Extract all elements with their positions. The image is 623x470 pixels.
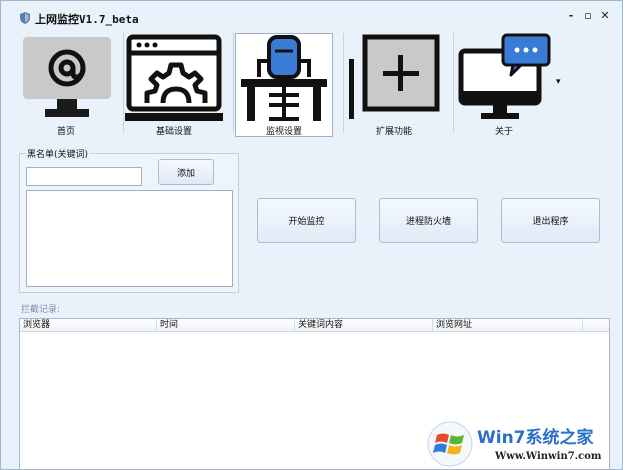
- keyword-list[interactable]: [26, 190, 233, 287]
- title-bar[interactable]: 上网监控V1.7_beta - ▫ ✕: [1, 1, 622, 31]
- toolbar-item-basic-settings[interactable]: 基础设置: [123, 33, 225, 137]
- toolbar-label-monitor-settings: 监视设置: [265, 127, 302, 137]
- watermark: Win7系统之家 Www.Winwin7.com: [425, 419, 621, 470]
- intercept-log-label: 拦截记录:: [21, 305, 61, 315]
- shield-icon: [20, 12, 30, 24]
- plus-box-icon: [349, 34, 440, 119]
- app-window: 上网监控V1.7_beta - ▫ ✕ 首页 基础设置 监视设置 扩展功能 关于…: [0, 0, 623, 470]
- maximize-button[interactable]: ▫: [581, 9, 595, 23]
- toolbar-label-extensions: 扩展功能: [375, 127, 412, 137]
- column-header-url[interactable]: 浏览网址: [433, 319, 583, 332]
- close-button[interactable]: ✕: [598, 9, 612, 23]
- minimize-button[interactable]: -: [564, 9, 578, 23]
- toolbar-label-basic-settings: 基础设置: [155, 127, 192, 137]
- process-firewall-button[interactable]: 进程防火墙: [379, 198, 478, 243]
- column-header-time[interactable]: 时间: [157, 319, 295, 332]
- window-title: 上网监控V1.7_beta: [35, 13, 139, 26]
- toolbar-label-home: 首页: [56, 127, 75, 137]
- chat-monitor-icon: [458, 33, 551, 119]
- at-sign-monitor-icon: [23, 37, 111, 117]
- watermark-brand: Win7系统之家: [477, 428, 594, 448]
- toolbar-label-about: 关于: [494, 127, 513, 137]
- toolbar-item-extensions[interactable]: 扩展功能: [343, 33, 445, 137]
- log-table-header: 浏览器 时间 关键词内容 浏览网址: [20, 319, 609, 332]
- toolbar-overflow-button[interactable]: ▾: [556, 77, 561, 87]
- toolbar-separator: [343, 33, 344, 133]
- keyword-input[interactable]: [26, 167, 142, 186]
- add-keyword-button[interactable]: 添加: [158, 159, 214, 185]
- desk-chair-icon: [241, 35, 327, 121]
- column-header-browser[interactable]: 浏览器: [20, 319, 157, 332]
- toolbar-separator: [233, 33, 234, 133]
- windows-logo-icon: [427, 421, 473, 467]
- column-header-keyword[interactable]: 关键词内容: [295, 319, 433, 332]
- toolbar-separator: [453, 33, 454, 133]
- main-toolbar: 首页 基础设置 监视设置 扩展功能 关于 ▾: [15, 33, 610, 137]
- start-monitor-button[interactable]: 开始监控: [257, 198, 356, 243]
- toolbar-item-monitor-settings[interactable]: 监视设置: [233, 33, 335, 137]
- toolbar-item-about[interactable]: 关于: [453, 33, 565, 137]
- toolbar-item-home[interactable]: 首页: [21, 33, 119, 137]
- gear-window-icon: [125, 34, 223, 121]
- blacklist-group-title: 黑名单(关键词): [25, 147, 91, 160]
- watermark-url: Www.Winwin7.com: [495, 451, 602, 462]
- exit-program-button[interactable]: 退出程序: [501, 198, 600, 243]
- toolbar-separator: [123, 33, 124, 133]
